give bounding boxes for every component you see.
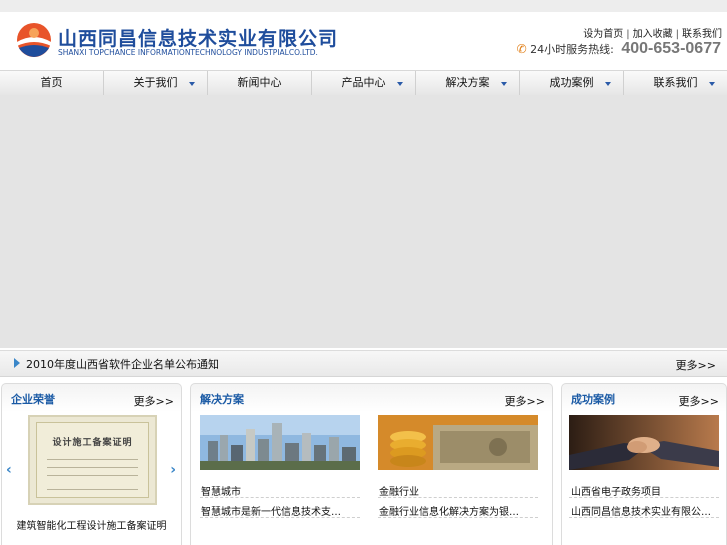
nav-item-label: 产品中心 [341, 76, 386, 89]
news-more-link[interactable]: 更多>> [676, 357, 716, 373]
certificate-image[interactable]: 设计施工备案证明 [28, 415, 157, 505]
certificate-frame: 设计施工备案证明 [36, 422, 149, 498]
nav-item-label: 关于我们 [133, 76, 178, 89]
nav-item-solutions[interactable]: 解决方案 [416, 71, 520, 95]
company-name-cn: 山西同昌信息技术实业有限公司 [58, 28, 339, 50]
text-line [47, 475, 138, 476]
divider [569, 517, 719, 518]
carousel-next-icon[interactable]: › [170, 462, 176, 478]
money-coins-image[interactable] [378, 415, 538, 470]
main-nav: 首页 关于我们 新闻中心 产品中心 解决方案 成功案例 联系我们 [0, 70, 727, 96]
divider [200, 517, 360, 518]
contact-us-link[interactable]: 联系我们 [682, 29, 722, 40]
dropdown-arrow-icon [501, 82, 507, 86]
bullet-arrow-icon [14, 358, 20, 368]
text-line [47, 467, 138, 468]
nav-item-news[interactable]: 新闻中心 [208, 71, 312, 95]
panel-title: 解决方案 [200, 393, 244, 406]
honors-panel: 企业荣誉 更多>> ‹ 设计施工备案证明 › 建筑智能化工程设计施工备案证明 [1, 383, 182, 545]
carousel-prev-icon[interactable]: ‹ [6, 462, 12, 478]
certificate-caption[interactable]: 建筑智能化工程设计施工备案证明 [2, 517, 181, 532]
cases-panel: 成功案例 更多>> 山西省电子政务项目 山西同昌信息技术实业有限公司成功承建山西… [561, 383, 727, 545]
dropdown-arrow-icon [189, 82, 195, 86]
divider [569, 497, 719, 498]
company-name-en: SHANXI TOPCHANCE INFORMATIONTECHNOLOGY I… [58, 48, 318, 57]
city-skyline-image[interactable] [200, 415, 360, 470]
nav-item-label: 首页 [40, 76, 63, 89]
divider [378, 497, 538, 498]
divider [378, 517, 538, 518]
top-strip [0, 0, 727, 12]
solutions-panel: 解决方案 更多>> 智慧城市 智慧城市是新一代信息技术支撑、知识社会下一代创新环… [190, 383, 553, 545]
news-headline-link[interactable]: 2010年度山西省软件企业名单公布通知 [26, 356, 219, 372]
nav-item-products[interactable]: 产品中心 [312, 71, 416, 95]
separator: | [626, 29, 630, 40]
text-line [47, 459, 138, 460]
dropdown-arrow-icon [605, 82, 611, 86]
nav-item-label: 成功案例 [549, 76, 594, 89]
panel-title: 成功案例 [571, 393, 615, 406]
nav-item-about[interactable]: 关于我们 [104, 71, 208, 95]
solutions-more-link[interactable]: 更多>> [505, 393, 545, 409]
dropdown-arrow-icon [397, 82, 403, 86]
nav-item-label: 联系我们 [653, 76, 698, 89]
top-links: 设为首页 | 加入收藏 | 联系我们 [583, 25, 722, 40]
add-favorite-link[interactable]: 加入收藏 [633, 29, 673, 40]
nav-item-cases[interactable]: 成功案例 [520, 71, 624, 95]
dropdown-arrow-icon [709, 82, 715, 86]
set-homepage-link[interactable]: 设为首页 [583, 29, 623, 40]
news-ticker: 2010年度山西省软件企业名单公布通知 更多>> [0, 350, 727, 377]
cases-more-link[interactable]: 更多>> [679, 393, 719, 409]
panel-title: 企业荣誉 [11, 393, 55, 406]
nav-item-label: 新闻中心 [237, 76, 282, 89]
case-title[interactable]: 山西省电子政务项目 [571, 483, 661, 498]
company-logo-icon[interactable] [16, 22, 52, 58]
case-desc[interactable]: 山西同昌信息技术实业有限公司成功承建山西省电子政务外网建设项目 [571, 503, 719, 518]
solution-title[interactable]: 智慧城市 [201, 483, 241, 498]
hotline: ✆ 24小时服务热线: 400-653-0677 [517, 40, 721, 58]
solution-title[interactable]: 金融行业 [379, 483, 419, 498]
nav-item-contact[interactable]: 联系我们 [624, 71, 727, 95]
site-header: 山西同昌信息技术实业有限公司 SHANXI TOPCHANCE INFORMAT… [0, 12, 727, 70]
nav-item-label: 解决方案 [445, 76, 490, 89]
phone-icon: ✆ [516, 42, 527, 56]
certificate-heading: 设计施工备案证明 [52, 438, 133, 448]
handshake-image[interactable] [569, 415, 719, 470]
hotline-label: 24小时服务热线: [530, 43, 614, 56]
solution-desc[interactable]: 智慧城市是新一代信息技术支撑、知识社会下一代创新环境下的城市形态 [201, 503, 349, 518]
hotline-number: 400-653-0677 [621, 40, 721, 57]
text-line [47, 489, 138, 490]
divider [200, 497, 360, 498]
banner-area [0, 95, 727, 348]
solution-desc[interactable]: 金融行业信息化解决方案为银行证券保险等机构提供安全可靠的系统建设服务 [379, 503, 527, 518]
honors-more-link[interactable]: 更多>> [134, 393, 174, 409]
separator: | [675, 29, 679, 40]
nav-item-home[interactable]: 首页 [0, 71, 104, 95]
